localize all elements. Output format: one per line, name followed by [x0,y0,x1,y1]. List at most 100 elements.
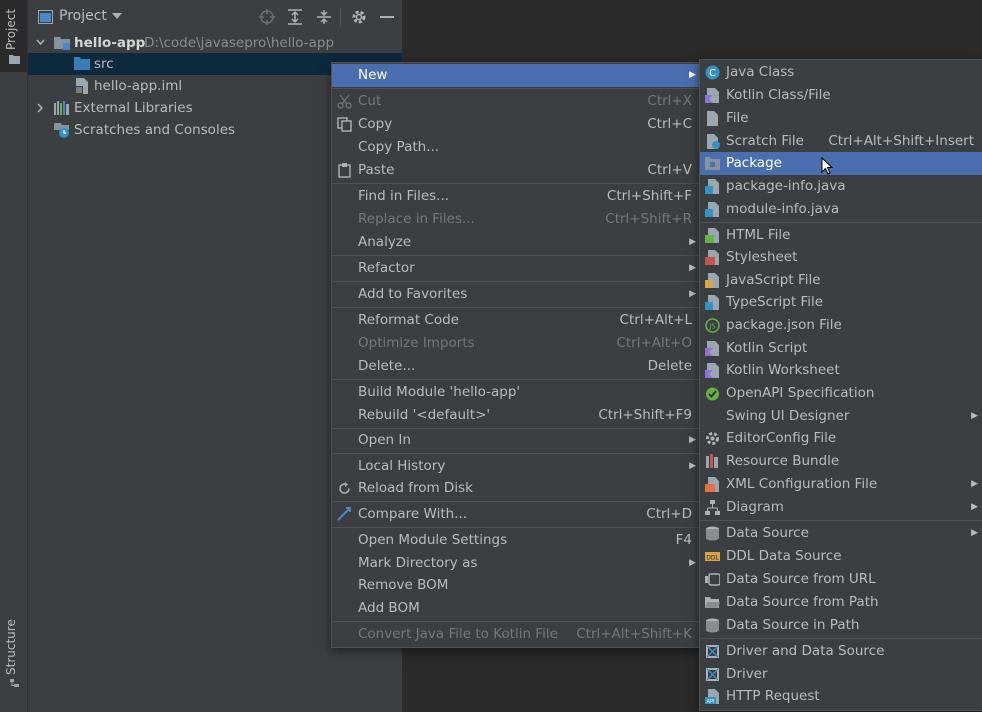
submenu-arrow-icon: ▶ [971,479,978,489]
java-file-icon [705,202,719,217]
menu-item-add-to-favorites[interactable]: Add to Favorites ▶ [332,283,700,306]
locate-icon[interactable] [259,9,275,25]
menu-item-new[interactable]: New ▶ [332,64,700,87]
submenu-item-data-source-from-path[interactable]: Data Source from Path [700,591,982,614]
project-panel-icon [38,10,53,24]
css-file-icon [705,250,719,265]
submenu-item-data-source[interactable]: Data Source ▶ [700,522,982,545]
minimize-icon[interactable] [380,16,394,18]
submenu-arrow-icon: ▶ [689,70,696,80]
menu-item-mark-directory-as[interactable]: Mark Directory as ▶ [332,552,700,575]
iml-file-icon [75,78,88,94]
kotlin-file-icon [705,88,719,103]
submenu-item-editorconfig[interactable]: EditorConfig File [700,427,982,450]
left-tool-stripe: Project Structure [0,0,28,712]
tree-row-root[interactable]: hello-app D:\code\javasepro\hello-app [28,32,402,54]
kotlin-worksheet-icon [705,363,719,378]
iml-label: hello-app.iml [94,78,183,94]
menu-item-copy[interactable]: Copy Ctrl+C [332,113,700,136]
submenu-item-kotlin-script[interactable]: Kotlin Script [700,337,982,360]
menu-item-add-bom[interactable]: Add BOM [332,597,700,620]
menu-separator [332,379,700,380]
project-tool-tab[interactable]: Project [0,0,27,72]
submenu-item-file[interactable]: File [700,107,982,130]
gear-icon[interactable] [351,9,367,25]
submenu-item-data-source-from-url[interactable]: Data Source from URL [700,568,982,591]
menu-item-analyze[interactable]: Analyze ▶ [332,231,700,254]
submenu-item-module-info[interactable]: module-info.java [700,198,982,221]
menu-separator [332,255,700,256]
package-icon [705,157,720,170]
menu-item-paste[interactable]: Paste Ctrl+V [332,159,700,182]
submenu-arrow-icon: ▶ [971,528,978,538]
database-icon [706,526,719,541]
view-dropdown-icon[interactable] [112,13,122,20]
submenu-item-openapi[interactable]: OpenAPI Specification [700,382,982,405]
submenu-item-javascript-file[interactable]: JavaScript File [700,269,982,292]
menu-item-open-in[interactable]: Open In ▶ [332,429,700,452]
submenu-item-swing-ui-designer[interactable]: Swing UI Designer ▶ [700,405,982,428]
submenu-item-java-class[interactable]: C Java Class [700,61,982,84]
menu-item-copy-path[interactable]: Copy Path... [332,136,700,159]
scratches-icon [54,123,69,138]
menu-separator [700,520,982,521]
menu-item-find-in-files[interactable]: Find in Files... Ctrl+Shift+F [332,185,700,208]
menu-item-delete[interactable]: Delete... Delete [332,355,700,378]
submenu-item-diagram[interactable]: Diagram ▶ [700,496,982,519]
menu-item-local-history[interactable]: Local History ▶ [332,455,700,478]
menu-item-cut[interactable]: Cut Ctrl+X [332,90,700,113]
menu-item-compare-with[interactable]: Compare With... Ctrl+D [332,503,700,526]
new-submenu: C Java Class Kotlin Class/File File Scra… [699,59,982,711]
menu-item-optimize-imports[interactable]: Optimize Imports Ctrl+Alt+O [332,332,700,355]
expand-all-icon[interactable] [287,9,303,25]
kotlin-script-icon [705,341,719,356]
menu-item-reformat-code[interactable]: Reformat Code Ctrl+Alt+L [332,309,700,332]
svg-text:C: C [709,68,716,79]
collapse-all-icon[interactable] [316,9,332,25]
menu-item-replace-in-files[interactable]: Replace in Files... Ctrl+Shift+R [332,208,700,231]
submenu-arrow-icon: ▶ [971,502,978,512]
module-folder-icon [54,37,70,50]
submenu-item-typescript-file[interactable]: TypeScript File [700,291,982,314]
library-icon [54,101,69,115]
submenu-item-driver-and-data-source[interactable]: Driver and Data Source [700,640,982,663]
chevron-down-icon[interactable] [36,39,45,46]
project-tool-tab-label: Project [4,8,18,50]
submenu-arrow-icon: ▶ [689,237,696,247]
menu-item-refactor[interactable]: Refactor ▶ [332,257,700,280]
submenu-item-html-file[interactable]: HTML File [700,224,982,247]
submenu-item-package[interactable]: Package [700,152,982,175]
xml-file-icon [705,477,719,492]
driver-icon [706,668,719,681]
menu-separator [332,88,700,89]
submenu-item-package-json[interactable]: JS package.json File [700,314,982,337]
mouse-cursor-icon [821,157,833,175]
driver-icon [706,645,719,658]
menu-item-open-module-settings[interactable]: Open Module Settings F4 [332,529,700,552]
menu-separator [332,183,700,184]
menu-item-reload-from-disk[interactable]: Reload from Disk [332,477,700,500]
submenu-item-xml-configuration[interactable]: XML Configuration File ▶ [700,473,982,496]
menu-item-remove-bom[interactable]: Remove BOM [332,574,700,597]
submenu-item-resource-bundle[interactable]: Resource Bundle [700,450,982,473]
submenu-item-scratch-file[interactable]: Scratch File Ctrl+Alt+Shift+Insert [700,130,982,153]
submenu-item-data-source-in-path[interactable]: Data Source in Path [700,614,982,637]
submenu-item-http-request[interactable]: API HTTP Request [700,685,982,708]
structure-tool-tab[interactable]: Structure [0,612,27,692]
submenu-item-ddl-data-source[interactable]: DDL DDL Data Source [700,545,982,568]
chevron-right-icon[interactable] [37,103,44,113]
menu-item-rebuild[interactable]: Rebuild '<default>' Ctrl+Shift+F9 [332,404,700,427]
submenu-item-stylesheet[interactable]: Stylesheet [700,246,982,269]
submenu-item-package-info[interactable]: package-info.java [700,175,982,198]
submenu-arrow-icon: ▶ [689,289,696,299]
menu-item-convert-java-to-kotlin[interactable]: Convert Java File to Kotlin File Ctrl+Al… [332,623,700,646]
submenu-item-driver[interactable]: Driver [700,663,982,686]
menu-item-build-module[interactable]: Build Module 'hello-app' [332,381,700,404]
cut-icon [337,94,352,109]
submenu-item-kotlin-class[interactable]: Kotlin Class/File [700,84,982,107]
external-libraries-label: External Libraries [74,100,193,116]
html-file-icon [705,228,719,243]
submenu-item-kotlin-worksheet[interactable]: Kotlin Worksheet [700,359,982,382]
nodejs-icon: JS [705,318,720,333]
menu-separator [332,307,700,308]
